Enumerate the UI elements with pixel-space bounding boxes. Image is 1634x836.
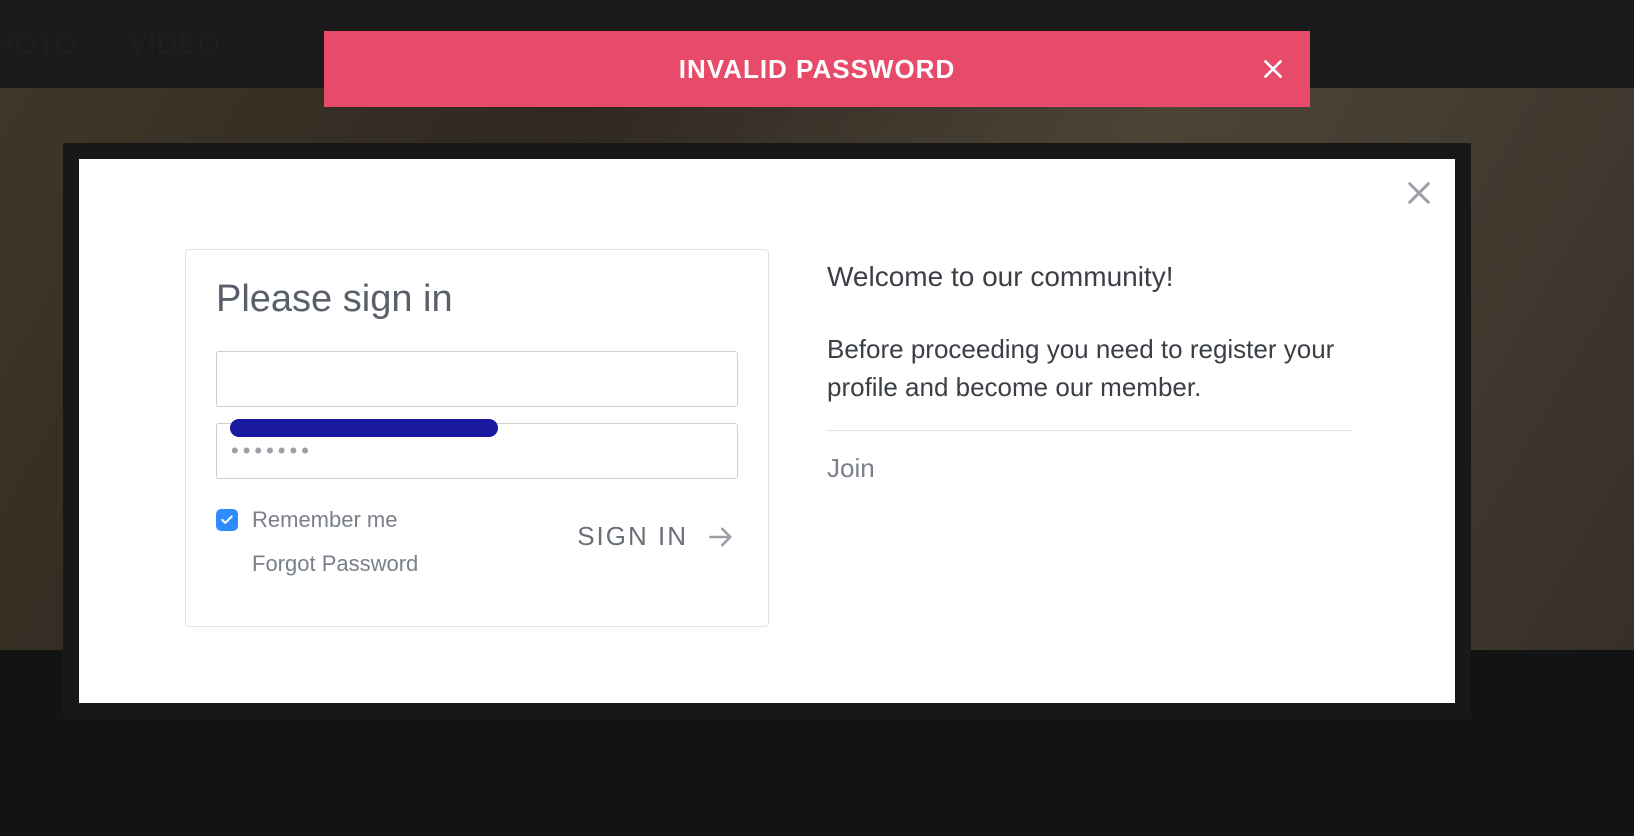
signin-left-links: Remember me Forgot Password (216, 507, 418, 577)
join-link[interactable]: Join (827, 453, 1351, 484)
welcome-title: Welcome to our community! (827, 261, 1351, 293)
signin-footer-row: Remember me Forgot Password SIGN IN (216, 507, 738, 577)
error-message: INVALID PASSWORD (679, 54, 955, 85)
redacted-overlay (230, 419, 498, 437)
modal-backdrop: Please sign in Remember me Forgot Passwo… (63, 143, 1471, 719)
signin-modal: Please sign in Remember me Forgot Passwo… (79, 159, 1455, 703)
signin-button-label: SIGN IN (577, 521, 688, 552)
welcome-panel: Welcome to our community! Before proceed… (827, 261, 1351, 484)
close-icon (1403, 177, 1435, 209)
forgot-password-link[interactable]: Forgot Password (252, 551, 418, 577)
modal-close-button[interactable] (1403, 177, 1435, 214)
check-icon (220, 513, 234, 527)
signin-card: Please sign in Remember me Forgot Passwo… (185, 249, 769, 627)
error-close-button[interactable] (1260, 56, 1286, 82)
remember-me-row: Remember me (216, 507, 418, 533)
remember-me-checkbox[interactable] (216, 509, 238, 531)
error-banner: INVALID PASSWORD (324, 31, 1310, 107)
username-input[interactable] (216, 351, 738, 407)
arrow-right-icon (704, 523, 738, 551)
signin-title: Please sign in (216, 278, 738, 321)
signin-button[interactable]: SIGN IN (577, 521, 738, 552)
remember-me-label: Remember me (252, 507, 397, 533)
welcome-body: Before proceeding you need to register y… (827, 331, 1351, 431)
close-icon (1260, 56, 1286, 82)
input-group (216, 351, 738, 479)
